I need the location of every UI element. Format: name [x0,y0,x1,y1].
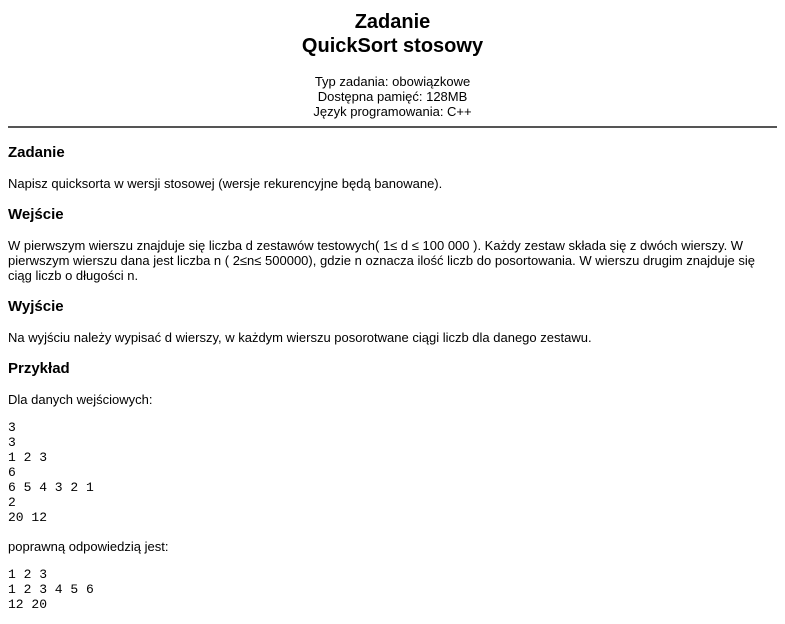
programming-language: Język programowania: C++ [313,104,472,119]
input-text: W pierwszym wierszu znajduje się liczba … [8,238,755,283]
page-title: Zadanie [354,11,431,33]
example-input-data: 3 3 1 2 3 6 6 5 4 3 2 1 2 20 12 [8,420,94,525]
problem-name: QuickSort stosowy [301,35,484,57]
example-output-data: 1 2 3 1 2 3 4 5 6 12 20 [8,567,94,612]
task-type: Typ zadania: obowiązkowe [314,74,471,89]
example-heading: Przykład [8,360,70,377]
problem-meta: Typ zadania: obowiązkowe Dostępna pamięć… [8,74,777,119]
example-output-intro: poprawną odpowiedzią jest: [8,539,169,554]
output-heading: Wyjście [8,298,64,315]
title-block: Zadanie QuickSort stosowy [8,0,777,58]
task-text: Napisz quicksorta w wersji stosowej (wer… [8,176,443,191]
header-divider [8,126,777,128]
example-input-intro: Dla danych wejściowych: [8,392,153,407]
memory-limit: Dostępna pamięć: 128MB [317,89,468,104]
input-heading: Wejście [8,206,64,223]
task-heading: Zadanie [8,144,65,161]
problem-page: Zadanie QuickSort stosowy Typ zadania: o… [0,0,777,612]
output-text: Na wyjściu należy wypisać d wierszy, w k… [8,330,592,345]
